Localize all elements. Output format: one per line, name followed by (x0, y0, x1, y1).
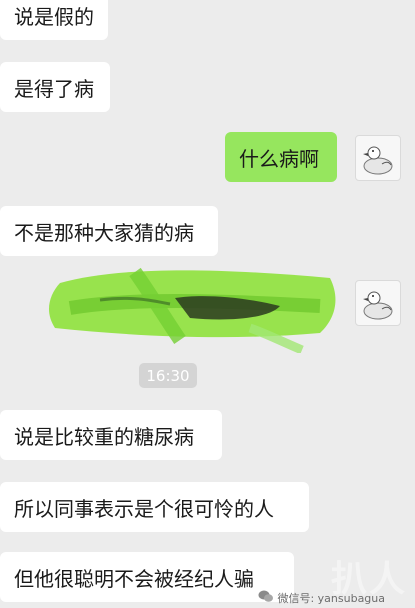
message-text: 说是假的 (14, 4, 94, 29)
wechat-icon (258, 590, 274, 606)
message-text: 不是那种大家猜的病 (14, 220, 194, 245)
timestamp: 16:30 (139, 363, 197, 388)
message-text: 是得了病 (14, 76, 94, 101)
message-text: 所以同事表示是个很可怜的人 (14, 496, 274, 521)
message-bubble-received[interactable]: 说是比较重的糖尿病 (0, 410, 222, 460)
message-text: 但他很聪明不会被经纪人骗 (14, 566, 254, 591)
message-bubble-sent[interactable]: 什么病啊 (225, 132, 337, 182)
message-bubble-received[interactable]: 但他很聪明不会被经纪人骗 (0, 552, 294, 602)
message-bubble-received[interactable]: 是得了病 (0, 62, 110, 112)
message-bubble-received[interactable]: 所以同事表示是个很可怜的人 (0, 482, 309, 532)
duck-avatar-icon[interactable] (355, 280, 401, 326)
message-bubble-received[interactable]: 不是那种大家猜的病 (0, 206, 218, 256)
redacted-message-scribble (48, 267, 336, 353)
watermark: 微信号: yansubagua (258, 590, 385, 606)
duck-avatar-icon[interactable] (355, 135, 401, 181)
message-text: 什么病啊 (239, 146, 319, 171)
message-bubble-received[interactable]: 说是假的 (0, 0, 108, 40)
message-text: 说是比较重的糖尿病 (14, 424, 194, 449)
watermark-text: 微信号: yansubagua (277, 592, 385, 605)
